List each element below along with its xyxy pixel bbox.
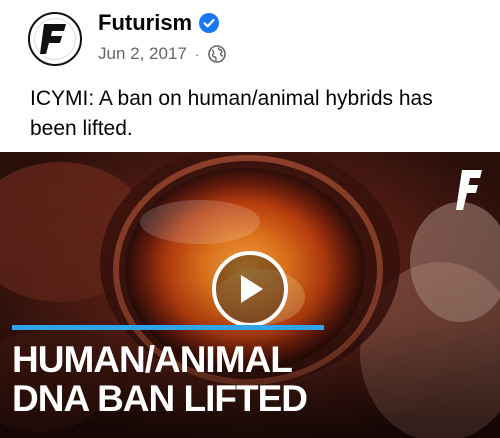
video-headline: HUMAN/ANIMAL DNA BAN LIFTED — [12, 339, 308, 419]
headline-line-1: HUMAN/ANIMAL — [12, 339, 293, 380]
page-name-row: Futurism — [98, 10, 220, 36]
page-name[interactable]: Futurism — [98, 10, 192, 36]
post-caption: ICYMI: A ban on human/animal hybrids has… — [30, 87, 433, 140]
avatar[interactable] — [28, 12, 82, 66]
brand-logo-icon — [456, 170, 482, 215]
play-button[interactable] — [212, 251, 288, 327]
video-player[interactable]: HUMAN/ANIMAL DNA BAN LIFTED — [0, 152, 500, 438]
meta-separator: · — [194, 46, 200, 62]
post-date[interactable]: Jun 2, 2017 — [98, 44, 187, 64]
verified-badge-icon — [199, 13, 220, 33]
avatar-logo — [34, 18, 76, 60]
headline-accent-line — [12, 325, 324, 330]
post-header: Futurism Jun 2, 2017 · — [0, 0, 500, 80]
post-meta: Jun 2, 2017 · — [98, 44, 226, 64]
headline-line-2: DNA BAN LIFTED — [12, 378, 308, 419]
futurism-logo-icon — [40, 24, 66, 54]
globe-icon — [207, 45, 226, 63]
play-icon — [241, 275, 263, 303]
facebook-post: Futurism Jun 2, 2017 · ICYMI: A ban on h… — [0, 0, 500, 438]
